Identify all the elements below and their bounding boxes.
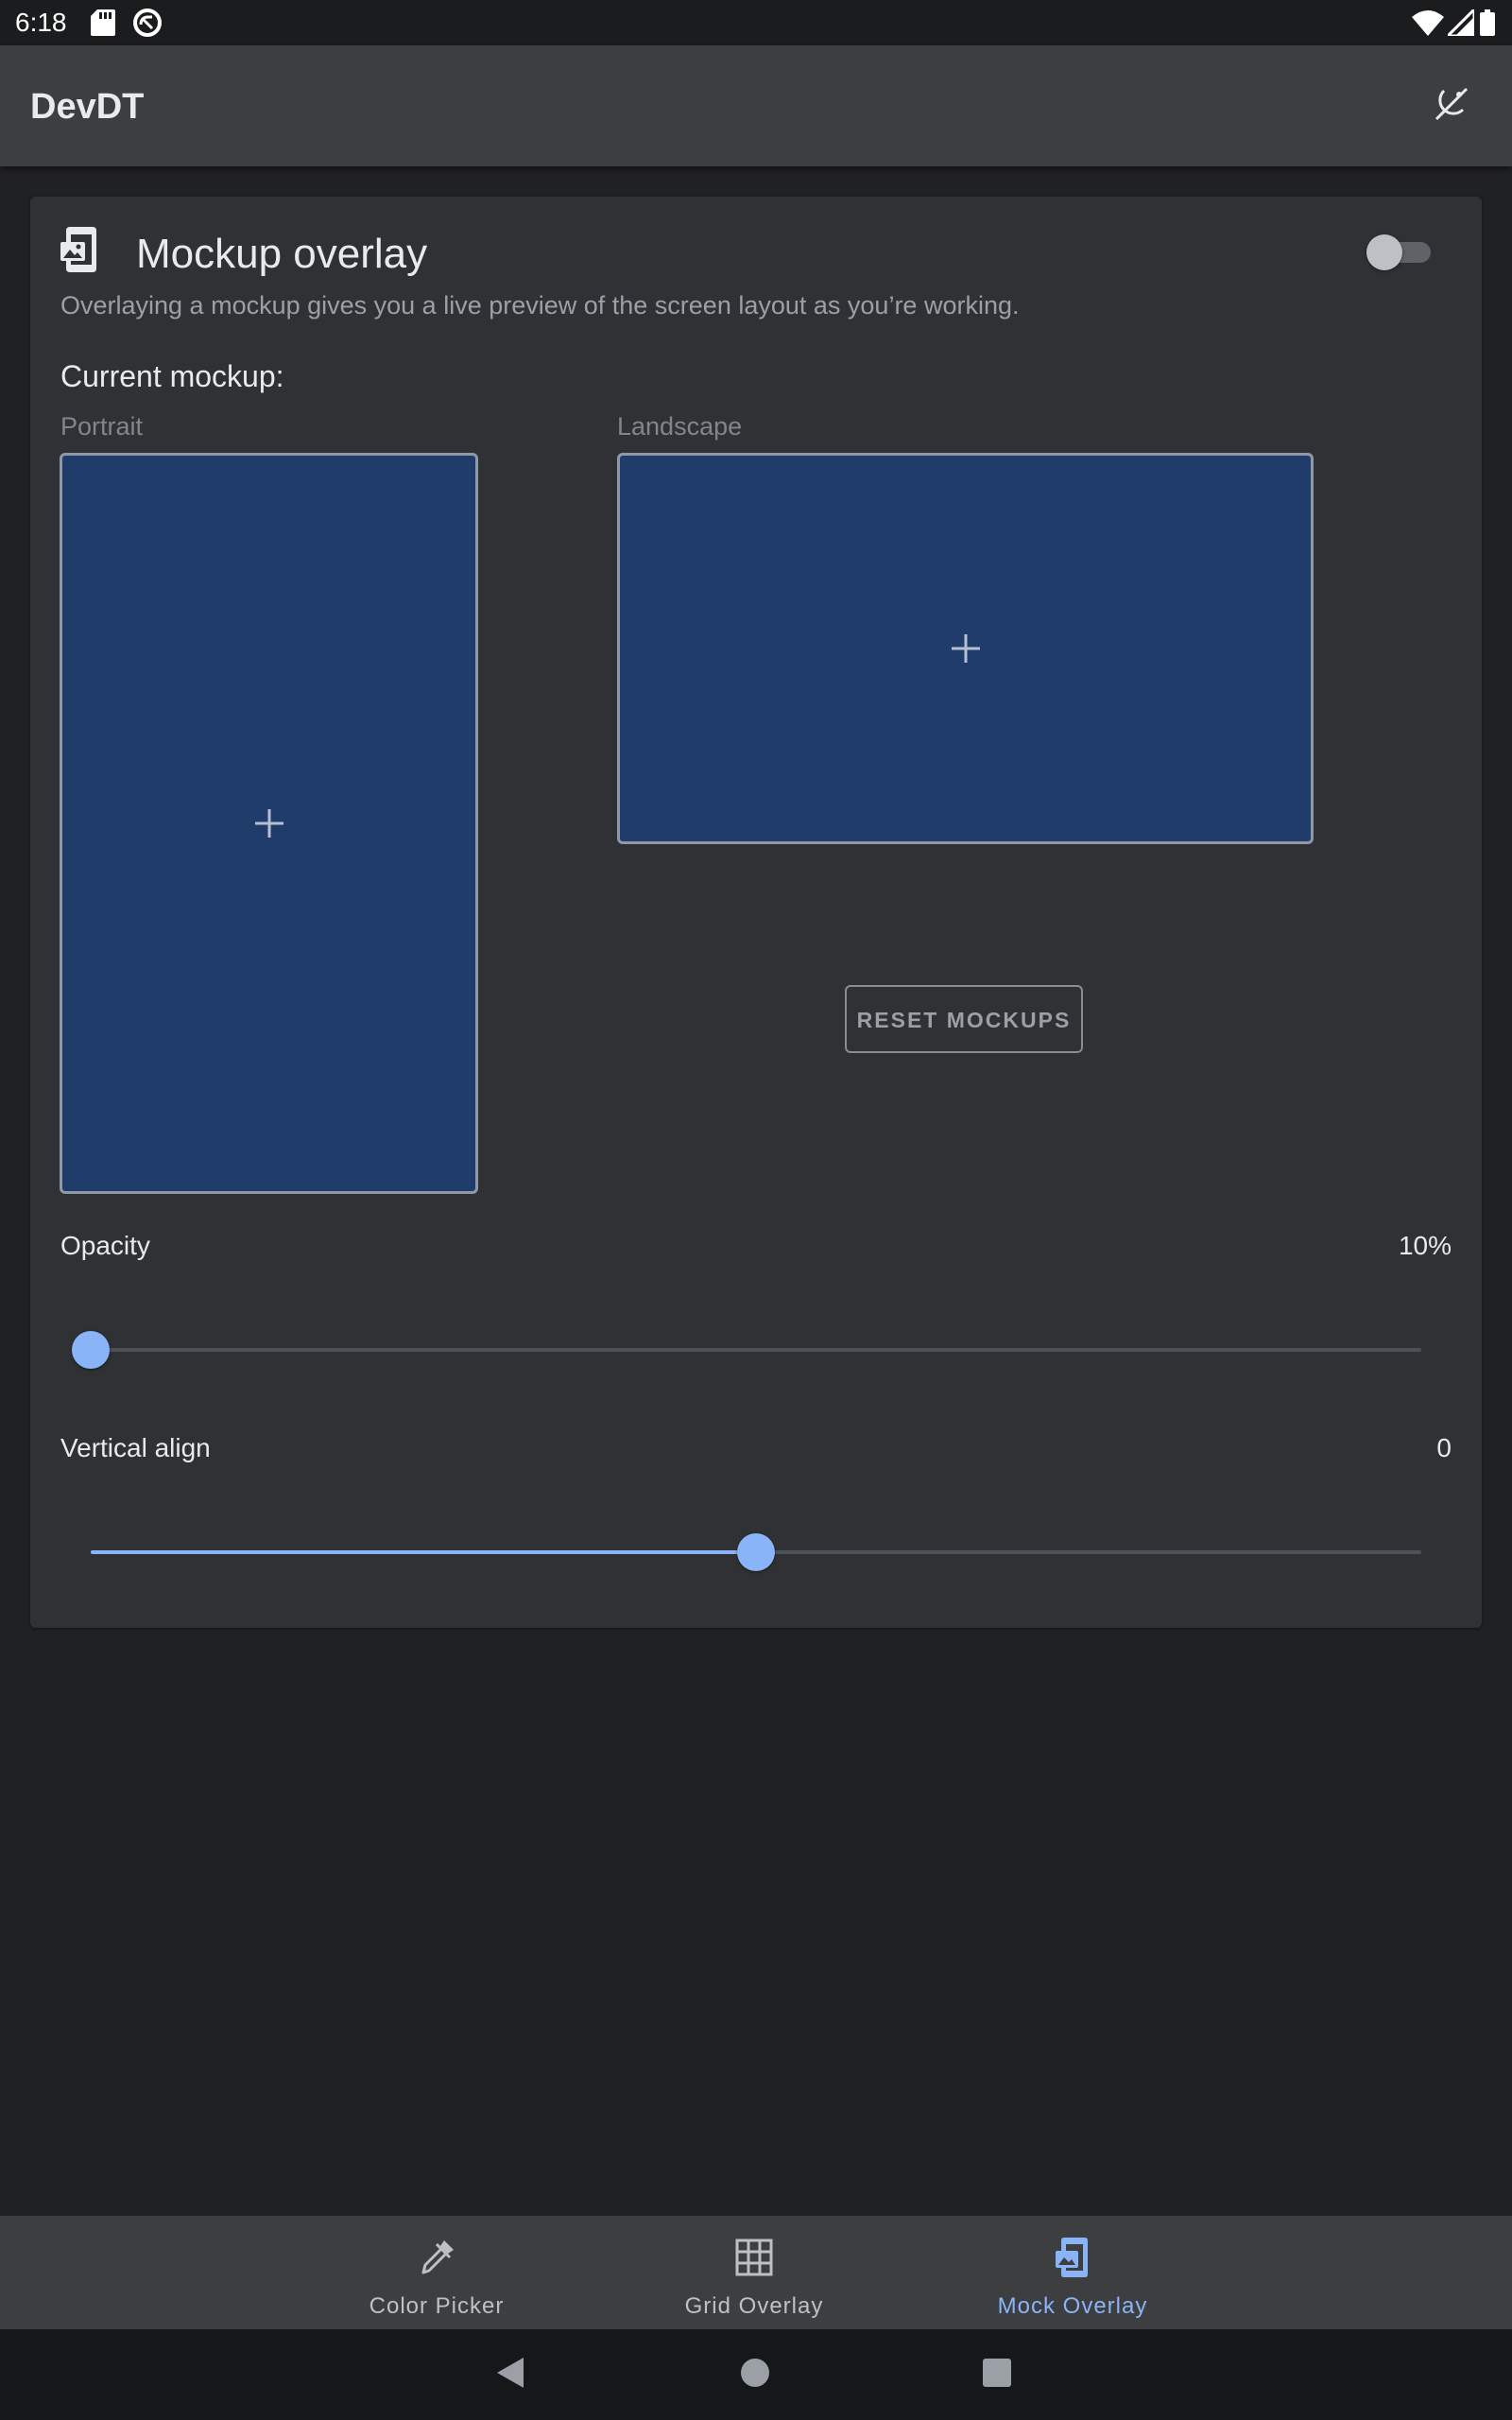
battery-icon bbox=[1480, 9, 1495, 36]
slider-active-track bbox=[91, 1550, 756, 1554]
slider-thumb[interactable] bbox=[737, 1533, 775, 1571]
status-bar: 6:18 bbox=[0, 0, 1512, 45]
slider-thumb[interactable] bbox=[72, 1331, 110, 1369]
mockup-overlay-card: Mockup overlay Overlaying a mockup gives… bbox=[30, 197, 1482, 1628]
slider-track bbox=[91, 1348, 1421, 1352]
landscape-label: Landscape bbox=[617, 412, 743, 441]
opacity-slider[interactable] bbox=[72, 1331, 1421, 1369]
bottom-navigation: Color Picker Grid Overlay Mock Overlay bbox=[0, 2216, 1512, 2329]
status-time: 6:18 bbox=[15, 8, 67, 37]
nav-mock-overlay[interactable]: Mock Overlay bbox=[940, 2216, 1205, 2329]
plus-icon bbox=[254, 809, 284, 838]
card-description: Overlaying a mockup gives you a live pre… bbox=[60, 291, 1020, 320]
app-title: DevDT bbox=[30, 87, 145, 127]
mock-overlay-icon bbox=[60, 227, 96, 272]
reset-mockups-button[interactable]: RESET MOCKUPS bbox=[845, 985, 1083, 1053]
grid-icon bbox=[735, 2238, 773, 2276]
current-mockup-label: Current mockup: bbox=[60, 359, 284, 393]
nav-label: Color Picker bbox=[369, 2293, 505, 2319]
nav-color-picker[interactable]: Color Picker bbox=[304, 2216, 569, 2329]
toggle-thumb bbox=[1366, 234, 1402, 270]
landscape-mockup-picker[interactable] bbox=[617, 453, 1314, 844]
nav-label: Grid Overlay bbox=[684, 2293, 824, 2319]
mock-overlay-icon bbox=[1056, 2238, 1088, 2277]
portrait-mockup-picker[interactable] bbox=[60, 453, 478, 1194]
recents-icon[interactable] bbox=[983, 2359, 1011, 2387]
portrait-label: Portrait bbox=[60, 412, 144, 441]
opacity-value: 10% bbox=[1398, 1231, 1452, 1260]
opacity-label: Opacity bbox=[60, 1231, 150, 1260]
sd-card-icon bbox=[91, 9, 115, 36]
vertical-align-slider[interactable] bbox=[91, 1533, 1421, 1571]
wifi-icon bbox=[1412, 10, 1444, 36]
vertical-align-value: 0 bbox=[1436, 1433, 1452, 1462]
plus-icon bbox=[951, 634, 980, 663]
signal-icon bbox=[1448, 9, 1474, 36]
eyedropper-icon bbox=[421, 2240, 454, 2274]
sync-icon bbox=[133, 9, 162, 37]
nav-grid-overlay[interactable]: Grid Overlay bbox=[622, 2216, 886, 2329]
app-bar: DevDT bbox=[0, 45, 1512, 166]
back-icon[interactable] bbox=[493, 2356, 527, 2390]
card-title: Mockup overlay bbox=[136, 231, 428, 277]
overlay-toggle[interactable] bbox=[1366, 233, 1433, 270]
nav-label: Mock Overlay bbox=[997, 2293, 1148, 2319]
vertical-align-label: Vertical align bbox=[60, 1433, 211, 1462]
home-icon[interactable] bbox=[741, 2359, 769, 2387]
theme-toggle-icon[interactable] bbox=[1431, 83, 1472, 125]
